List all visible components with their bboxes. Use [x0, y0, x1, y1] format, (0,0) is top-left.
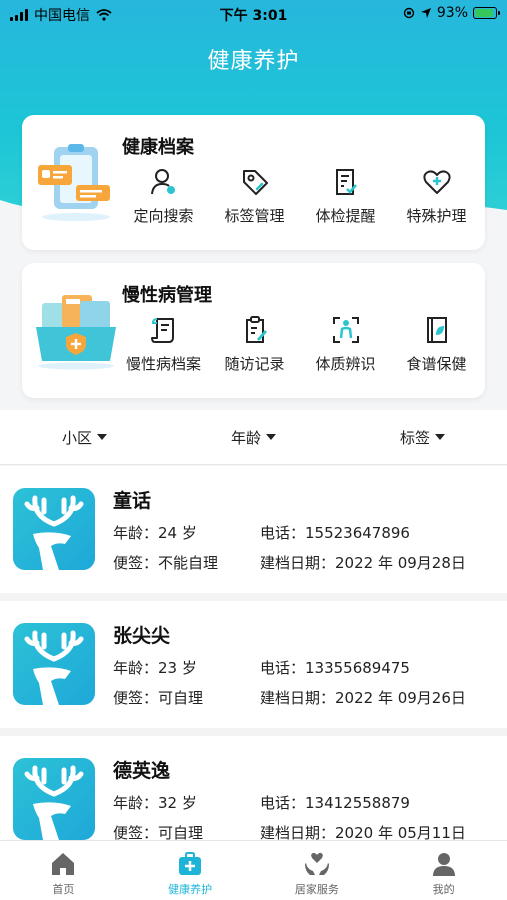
tab-mine[interactable]: 我的 [380, 841, 507, 900]
chronic-disease-card: 慢性病管理 慢性病档案 随访记录 体质辨识 食谱保健 [22, 263, 485, 398]
avatar [13, 623, 95, 705]
deer-logo-icon [24, 495, 84, 570]
caret-down-icon [435, 434, 445, 440]
tag-icon [242, 170, 268, 195]
tab-home-service-label: 居家服务 [294, 883, 339, 896]
constitution-id-label: 体质辨识 [315, 355, 376, 373]
page-title: 健康养护 [207, 49, 300, 74]
resident-row[interactable]: 德英逸 年龄：32 岁 电话：13412558879 便签：可自理 建档日期：2… [0, 736, 507, 840]
resident-phone: 电话：13355689475 [260, 659, 410, 677]
follow-up-record-button[interactable]: 随访记录 [209, 315, 300, 374]
checkup-doc-icon [335, 169, 357, 195]
filter-age[interactable]: 年龄 [169, 410, 338, 464]
directed-search-label: 定向搜索 [133, 207, 194, 225]
deer-logo-icon [24, 630, 84, 705]
battery-icon [473, 7, 500, 19]
resident-row[interactable]: 张尖尖 年龄：23 岁 电话：13355689475 便签：可自理 建档日期：2… [0, 601, 507, 736]
filter-age-label: 年龄 [230, 428, 261, 447]
follow-up-record-label: 随访记录 [224, 355, 285, 373]
chronic-disease-title: 慢性病管理 [122, 285, 212, 306]
clipboard-edit-icon [245, 316, 267, 343]
tab-bar: 首页 健康养护 居家服务 我的 [0, 840, 507, 900]
resident-age: 年龄：32 岁 [113, 794, 197, 812]
resident-row[interactable]: 童话 年龄：24 岁 电话：15523647896 便签：不能自理 建档日期：2… [0, 466, 507, 601]
resident-age: 年龄：23 岁 [113, 659, 197, 677]
body-scan-icon [332, 317, 359, 343]
tag-management-button[interactable]: 标签管理 [209, 167, 300, 226]
scroll-icon [150, 318, 174, 343]
special-care-label: 特殊护理 [406, 207, 467, 225]
deer-logo-icon [24, 765, 84, 840]
tab-health-care-label: 健康养护 [168, 883, 213, 896]
heart-plus-icon [422, 170, 451, 194]
recipe-health-label: 食谱保健 [406, 355, 467, 373]
recipe-book-icon [426, 317, 447, 343]
chronic-records-label: 慢性病档案 [125, 355, 201, 373]
tab-health-care[interactable]: 健康养护 [127, 841, 254, 900]
chronic-records-button[interactable]: 慢性病档案 [118, 315, 209, 374]
resident-note: 便签：不能自理 [113, 554, 219, 572]
resident-note: 便签：可自理 [113, 689, 204, 707]
hands-heart-icon [304, 852, 329, 875]
avatar [13, 488, 95, 570]
health-records-illustration [38, 144, 110, 221]
filter-tag-label: 标签 [399, 428, 430, 447]
directed-search-button[interactable]: 定向搜索 [118, 167, 209, 226]
caret-down-icon [266, 434, 276, 440]
person-search-icon [150, 169, 175, 195]
health-records-card: 健康档案 定向搜索 标签管理 体检提醒 特殊护理 [22, 115, 485, 250]
resident-name: 张尖尖 [113, 625, 171, 647]
filter-tag[interactable]: 标签 [338, 410, 507, 464]
resident-list: 童话 年龄：24 岁 电话：15523647896 便签：不能自理 建档日期：2… [0, 466, 507, 840]
tab-home[interactable]: 首页 [0, 841, 127, 900]
resident-age: 年龄：24 岁 [113, 524, 197, 542]
avatar [13, 758, 95, 840]
filter-bar: 小区 年龄 标签 [0, 410, 507, 465]
caret-down-icon [97, 434, 107, 440]
tab-home-label: 首页 [52, 883, 75, 896]
home-icon [52, 853, 75, 875]
chronic-disease-illustration [36, 295, 116, 370]
orientation-lock-icon [403, 7, 415, 19]
tag-management-label: 标签管理 [224, 207, 285, 225]
resident-phone: 电话：15523647896 [260, 524, 410, 542]
filter-community-label: 小区 [61, 428, 92, 447]
location-icon [420, 8, 431, 18]
battery-percent: 93% [436, 5, 468, 21]
resident-record-date: 建档日期：2022 年 09月26日 [260, 689, 466, 707]
checkup-reminder-button[interactable]: 体检提醒 [300, 167, 391, 226]
medical-kit-icon [179, 852, 202, 875]
resident-record-date: 建档日期：2020 年 05月11日 [260, 824, 466, 840]
resident-note: 便签：可自理 [113, 824, 204, 840]
special-care-button[interactable]: 特殊护理 [391, 167, 482, 226]
tab-home-service[interactable]: 居家服务 [254, 841, 381, 900]
resident-record-date: 建档日期：2022 年 09月28日 [260, 554, 466, 572]
filter-community[interactable]: 小区 [0, 410, 169, 464]
tab-mine-label: 我的 [432, 883, 455, 896]
status-bar: 中国电信 下午 3:01 93% [0, 0, 507, 28]
health-records-title: 健康档案 [122, 137, 194, 158]
checkup-reminder-label: 体检提醒 [315, 207, 376, 225]
resident-phone: 电话：13412558879 [260, 794, 410, 812]
recipe-health-button[interactable]: 食谱保健 [391, 315, 482, 374]
user-icon [432, 853, 455, 876]
resident-name: 德英逸 [113, 760, 171, 782]
resident-name: 童话 [113, 490, 152, 512]
constitution-id-button[interactable]: 体质辨识 [300, 315, 391, 374]
